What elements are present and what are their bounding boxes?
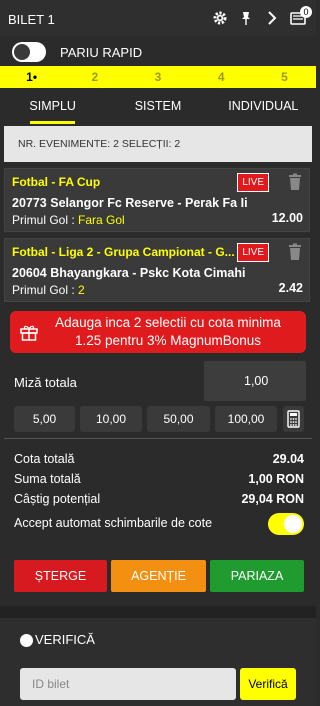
quick-stake-50[interactable]: 50,00 <box>147 406 210 432</box>
bet-type-tabs: SIMPLU SISTEM INDIVIDUAL <box>0 92 316 126</box>
quick-stake-10[interactable]: 10,00 <box>80 406 142 432</box>
quick-stake-5[interactable]: 5,00 <box>14 406 75 432</box>
total-stake-label: Suma totală <box>14 472 81 486</box>
bet-competition: Fotbal - FA Cup <box>12 175 101 189</box>
pin-icon[interactable] <box>238 10 254 26</box>
tab-individual[interactable]: INDIVIDUAL <box>211 92 316 126</box>
auto-accept-label: Accept automat schimbarile de cote <box>14 516 213 530</box>
potential-win-label: Câștig potențial <box>14 492 101 506</box>
bet-odd: 2.42 <box>278 281 303 295</box>
rapid-bet-label: PARIU RAPID <box>60 44 143 60</box>
step-4[interactable]: 4 <box>190 66 253 88</box>
bet-match: 20604 Bhayangkara - Pskc Kota Cimahi <box>12 266 246 280</box>
bet-item: Fotbal - Liga 2 - Grupa Campionat - G...… <box>4 238 310 302</box>
bet-item: Fotbal - FA Cup LIVE 20773 Selangor Fc R… <box>4 168 310 232</box>
promo-line-1: Adauga inca 2 selectii cu cota minima <box>55 315 281 330</box>
bet-selection: 2 <box>78 283 85 297</box>
verify-radio[interactable] <box>20 634 33 647</box>
step-1[interactable]: 1• <box>0 66 63 88</box>
tab-sistem[interactable]: SISTEM <box>105 92 210 126</box>
verify-label: VERIFICĂ <box>35 632 95 647</box>
step-2[interactable]: 2 <box>63 66 126 88</box>
ticket-count-icon[interactable]: 0 <box>290 6 312 26</box>
bet-match: 20773 Selangor Fc Reserve - Perak Fa Ii <box>12 196 248 210</box>
quick-stake-100[interactable]: 100,00 <box>215 406 277 432</box>
total-odds-row: Cota totală 29.04 <box>14 452 304 466</box>
ticket-title: BILET 1 <box>8 12 55 27</box>
potential-win-row: Câștig potențial 29,04 RON <box>14 492 304 506</box>
trash-icon[interactable] <box>287 243 303 260</box>
total-odds-value: 29.04 <box>272 452 304 466</box>
total-stake-value: 1,00 RON <box>248 472 304 486</box>
header-icons: 0 <box>212 6 312 26</box>
live-badge: LIVE <box>237 243 269 262</box>
bet-market-label: Primul Gol : <box>12 213 75 227</box>
chevron-right-icon[interactable] <box>264 10 280 26</box>
ticket-id-input[interactable]: ID bilet <box>20 668 236 700</box>
step-5[interactable]: 5 <box>253 66 316 88</box>
rapid-bet-row: PARIU RAPID <box>12 42 142 62</box>
delete-button[interactable]: ȘTERGE <box>14 560 107 592</box>
ticket-header: BILET 1 0 <box>0 0 316 36</box>
rapid-bet-toggle[interactable] <box>12 42 46 62</box>
place-bet-button[interactable]: PARIAZA <box>210 560 304 592</box>
ticket-count-badge: 0 <box>300 6 312 18</box>
auto-accept-row: Accept automat schimbarile de cote <box>14 516 304 530</box>
section-separator <box>0 606 316 618</box>
tab-simplu[interactable]: SIMPLU <box>0 92 105 126</box>
total-stake-row: Suma totală 1,00 RON <box>14 472 304 486</box>
bet-market-label: Primul Gol : <box>12 283 75 297</box>
total-odds-label: Cota totală <box>14 452 75 466</box>
bet-odd: 12.00 <box>271 211 303 225</box>
promo-line-2: 1.25 pentru 3% MagnumBonus <box>74 333 262 348</box>
bet-market: Primul Gol : Fara Gol <box>12 213 125 227</box>
potential-win-value: 29,04 RON <box>241 492 304 506</box>
agency-button[interactable]: AGENȚIE <box>111 560 206 592</box>
selection-summary: NR. EVENIMENTE: 2 SELECȚII: 2 <box>4 126 312 162</box>
verify-button[interactable]: Verifică <box>240 668 296 700</box>
calculator-icon[interactable] <box>283 406 304 432</box>
step-3[interactable]: 3 <box>126 66 189 88</box>
bet-competition: Fotbal - Liga 2 - Grupa Campionat - G... <box>12 245 235 259</box>
stake-label: Miză totala <box>14 375 77 390</box>
gift-icon <box>20 323 38 341</box>
auto-accept-toggle[interactable] <box>268 513 304 535</box>
live-badge: LIVE <box>237 173 269 192</box>
bet-market: Primul Gol : 2 <box>12 283 85 297</box>
bet-selection: Fara Gol <box>78 213 125 227</box>
bonus-promo-banner: Adauga inca 2 selectii cu cota minima 1.… <box>10 311 306 353</box>
gear-icon[interactable] <box>212 10 228 26</box>
stake-input[interactable]: 1,00 <box>204 361 306 401</box>
ticket-steps: 1• 2 3 4 5 <box>0 66 316 88</box>
divider <box>4 438 312 439</box>
trash-icon[interactable] <box>287 173 303 190</box>
